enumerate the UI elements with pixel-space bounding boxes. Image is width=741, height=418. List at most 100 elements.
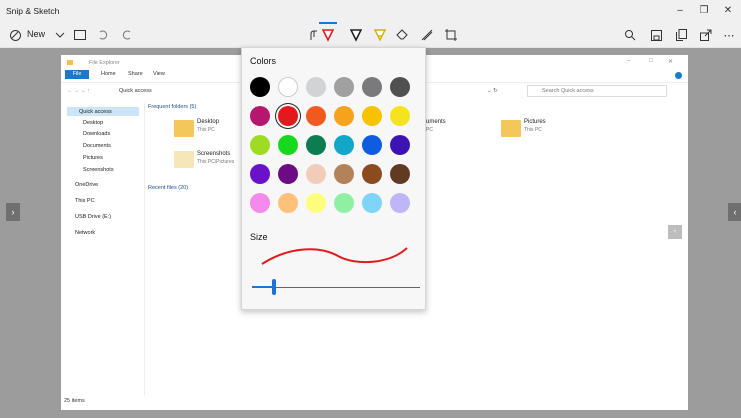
ballpoint-pen-icon[interactable] xyxy=(318,25,338,45)
ribbon-view-tab: View xyxy=(153,71,165,77)
nav-arrows-icon: ← → ⌄ ↑ xyxy=(67,88,90,94)
ruler-icon[interactable] xyxy=(417,25,437,45)
copy-icon[interactable] xyxy=(671,25,691,45)
nav-onedrive: OneDrive xyxy=(75,182,99,188)
color-swatch[interactable] xyxy=(250,193,270,213)
undo-icon[interactable] xyxy=(93,25,113,45)
explorer-search: Search Quick access xyxy=(527,85,667,97)
color-swatch[interactable] xyxy=(334,106,354,126)
color-swatch[interactable] xyxy=(362,193,382,213)
nav-usb-drive: USB Drive (E:) xyxy=(75,214,112,220)
color-swatch[interactable] xyxy=(390,77,410,97)
left-scroll-arrow-icon[interactable]: › xyxy=(6,203,20,221)
size-slider-thumb[interactable] xyxy=(271,279,276,295)
status-bar-count: 25 items xyxy=(64,398,85,404)
tile-desktop-sub: This PC xyxy=(197,127,215,133)
color-swatch[interactable] xyxy=(250,164,270,184)
redo-icon[interactable] xyxy=(117,25,137,45)
color-swatch[interactable] xyxy=(250,77,270,97)
tile-screenshots-sub: This PC\Pictures xyxy=(197,159,235,165)
color-swatch[interactable] xyxy=(390,135,410,155)
color-swatch[interactable] xyxy=(278,77,298,97)
tile-pictures-name: Pictures xyxy=(524,119,546,125)
color-swatch[interactable] xyxy=(334,164,354,184)
nav-desktop: Desktop xyxy=(83,120,104,126)
refresh-icon: ⌄ ↻ xyxy=(487,88,498,94)
color-swatch[interactable] xyxy=(306,193,326,213)
color-swatch[interactable] xyxy=(390,106,410,126)
tile-desktop-name: Desktop xyxy=(197,119,220,125)
ribbon-home-tab: Home xyxy=(101,71,116,77)
address-bar: Quick access xyxy=(119,88,152,94)
frequent-folders-header: Frequent folders (5) xyxy=(148,104,197,110)
color-swatch[interactable] xyxy=(306,106,326,126)
explorer-maximize-icon: □ xyxy=(649,58,653,64)
tile-pictures-sub: This PC xyxy=(524,127,542,133)
color-swatch[interactable] xyxy=(278,135,298,155)
explorer-minimize-icon: – xyxy=(627,58,631,64)
color-swatch[interactable] xyxy=(390,193,410,213)
explorer-title: File Explorer xyxy=(89,60,120,66)
minimize-button[interactable]: – xyxy=(668,3,692,19)
screenshots-folder-icon xyxy=(174,151,194,168)
more-options-icon[interactable]: ⋯ xyxy=(719,25,739,45)
save-icon[interactable] xyxy=(646,25,666,45)
size-slider-track[interactable] xyxy=(252,287,420,288)
color-swatch[interactable] xyxy=(334,193,354,213)
nav-documents: Documents xyxy=(83,143,111,149)
new-snip-icon[interactable] xyxy=(5,25,25,45)
new-button-label[interactable]: New xyxy=(27,29,45,39)
color-swatch[interactable] xyxy=(362,164,382,184)
size-slider-fill xyxy=(252,286,274,288)
color-swatch[interactable] xyxy=(278,193,298,213)
selected-tool-indicator xyxy=(319,22,337,24)
color-picker-panel: Colors Size xyxy=(241,47,426,310)
open-file-icon[interactable] xyxy=(70,25,90,45)
desktop-folder-icon xyxy=(174,120,194,137)
color-swatch[interactable] xyxy=(250,135,270,155)
color-swatch[interactable] xyxy=(362,135,382,155)
explorer-close-icon: ✕ xyxy=(668,59,674,65)
title-bar: Snip & Sketch – ❐ ✕ xyxy=(0,0,741,22)
nav-this-pc: This PC xyxy=(75,198,95,204)
maximize-button[interactable]: ❐ xyxy=(692,3,716,19)
folder-icon xyxy=(67,60,73,65)
colors-heading: Colors xyxy=(250,56,277,66)
close-button[interactable]: ✕ xyxy=(716,3,740,19)
nav-downloads: Downloads xyxy=(83,131,111,137)
share-icon[interactable] xyxy=(696,25,716,45)
color-swatch[interactable] xyxy=(362,77,382,97)
help-icon xyxy=(675,72,682,79)
right-scroll-arrow-icon[interactable]: ‹ xyxy=(728,203,741,221)
color-swatch[interactable] xyxy=(362,106,382,126)
color-swatch[interactable] xyxy=(306,135,326,155)
color-swatch[interactable] xyxy=(278,106,298,126)
color-swatch[interactable] xyxy=(306,164,326,184)
color-swatch[interactable] xyxy=(250,106,270,126)
pencil-icon[interactable] xyxy=(346,25,366,45)
nav-divider xyxy=(144,103,145,395)
crop-icon[interactable] xyxy=(441,25,461,45)
color-swatch[interactable] xyxy=(334,77,354,97)
stroke-preview xyxy=(261,247,408,265)
nav-quick-access: Quick access xyxy=(79,109,112,115)
recent-files-header: Recent files (20) xyxy=(148,185,189,191)
nav-network: Network xyxy=(75,230,96,236)
ribbon-share-tab: Share xyxy=(128,71,143,77)
nav-pictures: Pictures xyxy=(83,155,103,161)
color-swatch[interactable] xyxy=(390,164,410,184)
zoom-icon[interactable] xyxy=(620,25,640,45)
eraser-icon[interactable] xyxy=(393,25,413,45)
explorer-scroll-button-icon: ‹ xyxy=(668,225,682,239)
tile-documents-name: uments xyxy=(426,119,446,125)
toolbar: New ⋯ xyxy=(0,22,741,48)
color-swatch[interactable] xyxy=(306,77,326,97)
tile-screenshots-name: Screenshots xyxy=(197,151,231,157)
chevron-down-icon[interactable] xyxy=(50,25,70,45)
pictures-folder-icon xyxy=(501,120,521,137)
size-heading: Size xyxy=(250,232,268,242)
color-swatch[interactable] xyxy=(278,164,298,184)
app-title: Snip & Sketch xyxy=(6,6,60,16)
color-swatch[interactable] xyxy=(334,135,354,155)
highlighter-icon[interactable] xyxy=(370,25,390,45)
